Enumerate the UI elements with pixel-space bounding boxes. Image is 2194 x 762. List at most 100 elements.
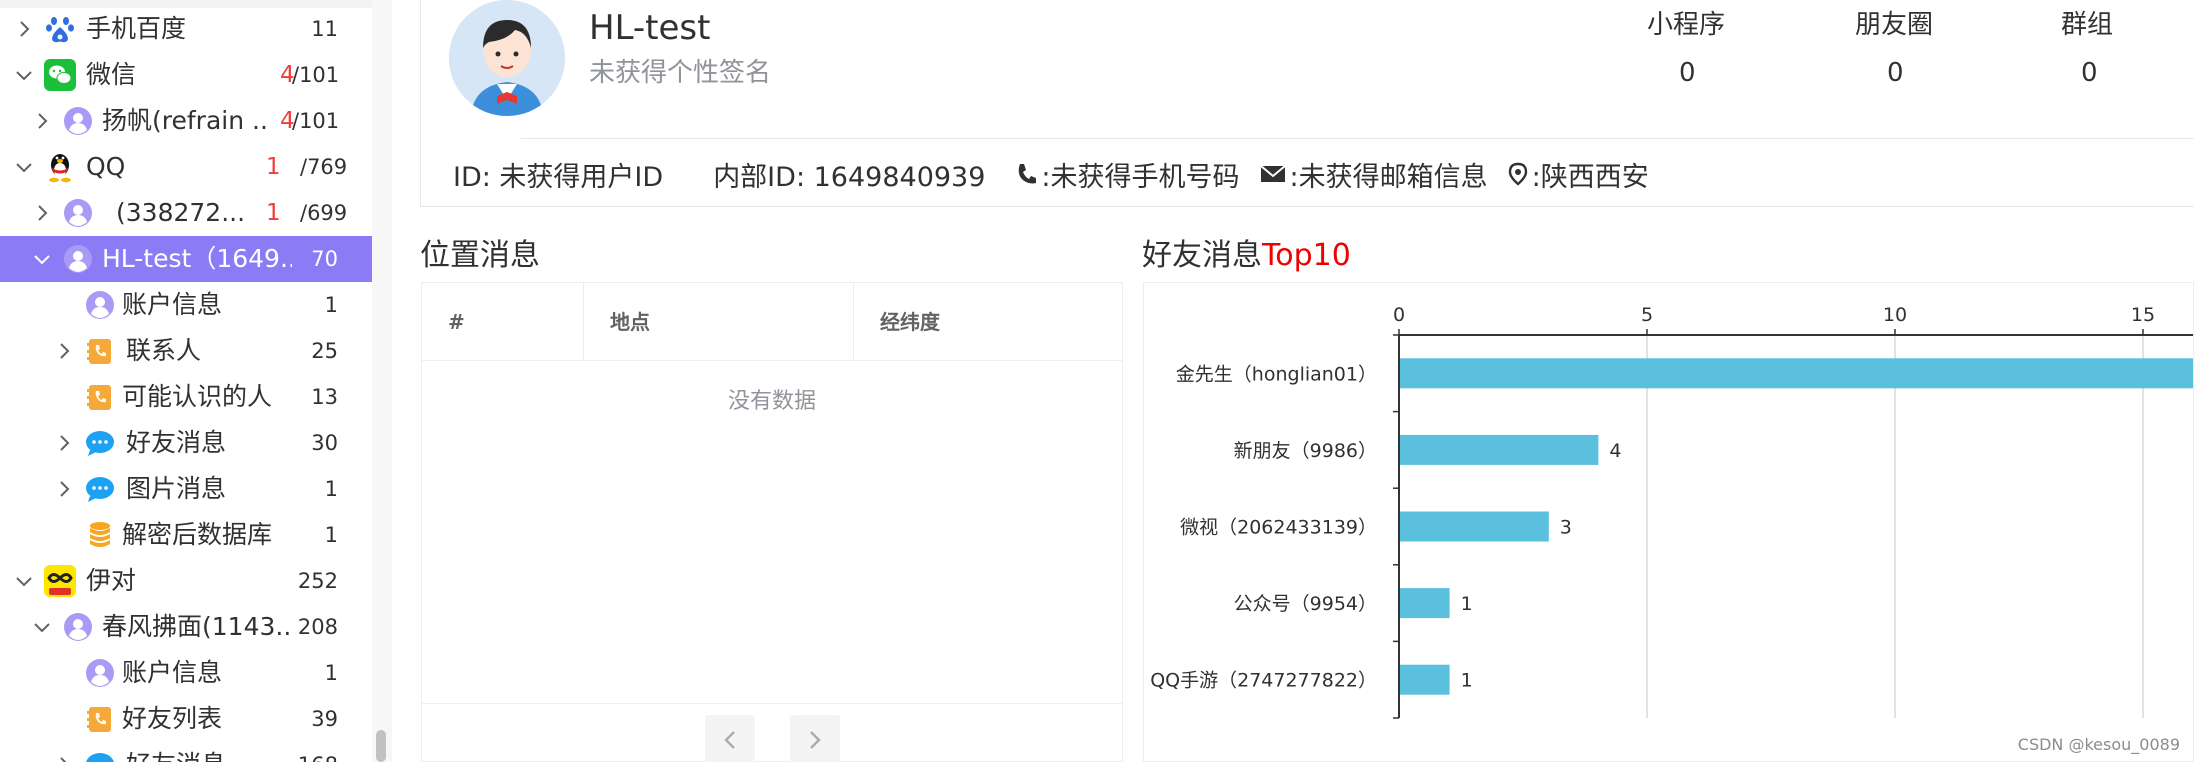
email-text: :未获得邮箱信息 (1289, 161, 1488, 193)
profile-bottom-border (420, 206, 2194, 207)
tree-node-label: 好友消息 (126, 428, 227, 457)
location-text: :陕西西安 (1531, 161, 1649, 193)
unread-count: 1 (266, 200, 281, 226)
tree-node-label: 联系人 (126, 336, 202, 365)
tree-node[interactable]: 账户信息 1 (0, 650, 372, 696)
profile-signature: 未获得个性签名 (589, 58, 772, 88)
tree-node[interactable]: 手机百度 11 (0, 6, 372, 52)
column-header-index[interactable]: # (422, 283, 584, 361)
chevron-right-icon[interactable] (52, 431, 76, 455)
chevron-right-icon[interactable] (52, 339, 76, 363)
tree-node[interactable]: (338272... 1/699 (0, 190, 372, 236)
tree-node-label: 好友列表 (122, 704, 223, 733)
tree-node[interactable]: 伊对 252 (0, 558, 372, 604)
tree-node[interactable]: 好友消息 168 (0, 742, 372, 762)
chevron-down-icon[interactable] (12, 63, 36, 87)
user-avatar-icon (62, 197, 94, 229)
tree-node-count: 11 (311, 17, 338, 41)
chevron-right-icon (810, 731, 821, 749)
tree-node[interactable]: 账户信息 1 (0, 282, 372, 328)
stat-groups-value: 0 (2081, 58, 2098, 88)
chart-x-tick-label: 5 (1641, 304, 1653, 326)
chat-bubble-icon (84, 749, 116, 762)
unread-count: 1 (266, 154, 281, 180)
internal-id-text: 内部ID: 1649840939 (713, 161, 986, 193)
user-avatar-icon (84, 657, 116, 689)
tree-node[interactable]: 春风拂面(1143... 208 (0, 604, 372, 650)
chart-data-label: 1 (1461, 670, 1473, 692)
location-table-header: # 地点 经纬度 (422, 283, 1122, 361)
chart-bar[interactable] (1400, 434, 1599, 465)
tree-node[interactable]: 扬帆(refrain ... 4/101 (0, 98, 372, 144)
tree-scroll-gutter[interactable] (372, 0, 392, 762)
tree-node-label: 伊对 (86, 566, 137, 595)
tree-node-label: 好友消息 (126, 742, 226, 762)
phone-icon (1019, 164, 1037, 184)
phone-info: :未获得手机号码 (1015, 155, 1240, 194)
tree-node-count: /699 (300, 201, 348, 225)
tree-node[interactable]: 可能认识的人 13 (0, 374, 372, 420)
profile-info-line: ID: 未获得用户ID 内部ID: 1649840939 :未获得手机号码 :未… (453, 155, 1669, 194)
chevron-down-icon[interactable] (12, 155, 36, 179)
chat-bubble-icon (84, 473, 116, 505)
stat-miniprogram-value: 0 (1679, 58, 1696, 88)
tree-node[interactable]: QQ 1/769 (0, 144, 372, 190)
chart-bar[interactable] (1400, 511, 1549, 542)
chart-bar[interactable] (1400, 358, 2194, 389)
tree-node-count: 1 (324, 477, 338, 501)
tree-node-count: 168 (250, 742, 338, 762)
tree-node[interactable]: HL-test（1649... 70 (0, 236, 372, 282)
chevron-down-icon[interactable] (30, 247, 54, 271)
chart-bar[interactable] (1400, 664, 1450, 695)
wechat-icon (44, 59, 76, 91)
chart-category-label: 公众号（9954） (1234, 593, 1377, 615)
chat-bubble-icon (84, 427, 116, 459)
tree-node-label: 微信 (86, 60, 137, 89)
next-page-button[interactable] (790, 715, 840, 762)
chevron-down-icon[interactable] (30, 615, 54, 639)
tree-node[interactable]: 联系人 25 (0, 328, 372, 374)
tree-node-label: 扬帆(refrain ... (102, 106, 270, 135)
friends-bar-chart: 05101520金先生（honglian01）21新朋友（9986）4微视（20… (1143, 282, 2194, 762)
device-tree: 手机百度 11 微信 4/101 扬帆(refrain ... 4/101 QQ 1/769(… (0, 0, 372, 762)
column-header-place[interactable]: 地点 (584, 283, 854, 361)
profile-name: HL-test (589, 8, 711, 48)
chevron-right-icon[interactable] (30, 201, 54, 225)
chart-svg: 05101520金先生（honglian01）21新朋友（9986）4微视（20… (1150, 304, 2194, 719)
tree-node-count: 25 (311, 339, 338, 363)
tree-node[interactable]: 好友列表 39 (0, 696, 372, 742)
tree-node[interactable]: 图片消息 1 (0, 466, 372, 512)
chevron-right-icon[interactable] (52, 477, 76, 501)
tree-node-count: 13 (311, 385, 338, 409)
baidu-icon (44, 13, 76, 45)
email-info: :未获得邮箱信息 (1259, 155, 1488, 194)
tree-scrollbar-thumb[interactable] (376, 730, 386, 762)
column-header-coordinates[interactable]: 经纬度 (854, 283, 1122, 361)
chevron-right-icon[interactable] (52, 753, 76, 762)
user-id-text: ID: 未获得用户ID (453, 161, 664, 193)
friends-section-title: 好友消息Top10 (1142, 230, 1351, 274)
chart-bar[interactable] (1400, 588, 1450, 619)
contacts-book-icon (84, 381, 116, 413)
tree-node[interactable]: 好友消息 30 (0, 420, 372, 466)
chart-data-label: 1 (1461, 593, 1473, 615)
chart-category-label: 金先生（honglian01） (1176, 363, 1377, 385)
chevron-right-icon[interactable] (30, 109, 54, 133)
friends-title-prefix: 好友消息 (1142, 238, 1262, 273)
chevron-right-icon[interactable] (12, 17, 36, 41)
friends-title-highlight: Top10 (1262, 238, 1351, 273)
envelope-icon (1259, 165, 1286, 182)
chevron-down-icon[interactable] (12, 569, 36, 593)
tree-node[interactable]: 微信 4/101 (0, 52, 372, 98)
location-table: # 地点 经纬度 没有数据 (421, 282, 1123, 762)
location-pin-icon (1508, 162, 1527, 186)
tree-node-count: 39 (311, 707, 338, 731)
internal-id: 内部ID: 1649840939 (713, 155, 985, 194)
prev-page-button[interactable] (705, 715, 755, 762)
phone-text: :未获得手机号码 (1041, 161, 1240, 193)
tree-node[interactable]: 解密后数据库 1 (0, 512, 372, 558)
tree-node-count: /101 (292, 109, 340, 133)
user-avatar-icon (62, 243, 94, 275)
tree-node-label: 账户信息 (122, 290, 223, 319)
chart-data-label: 3 (1560, 517, 1572, 539)
